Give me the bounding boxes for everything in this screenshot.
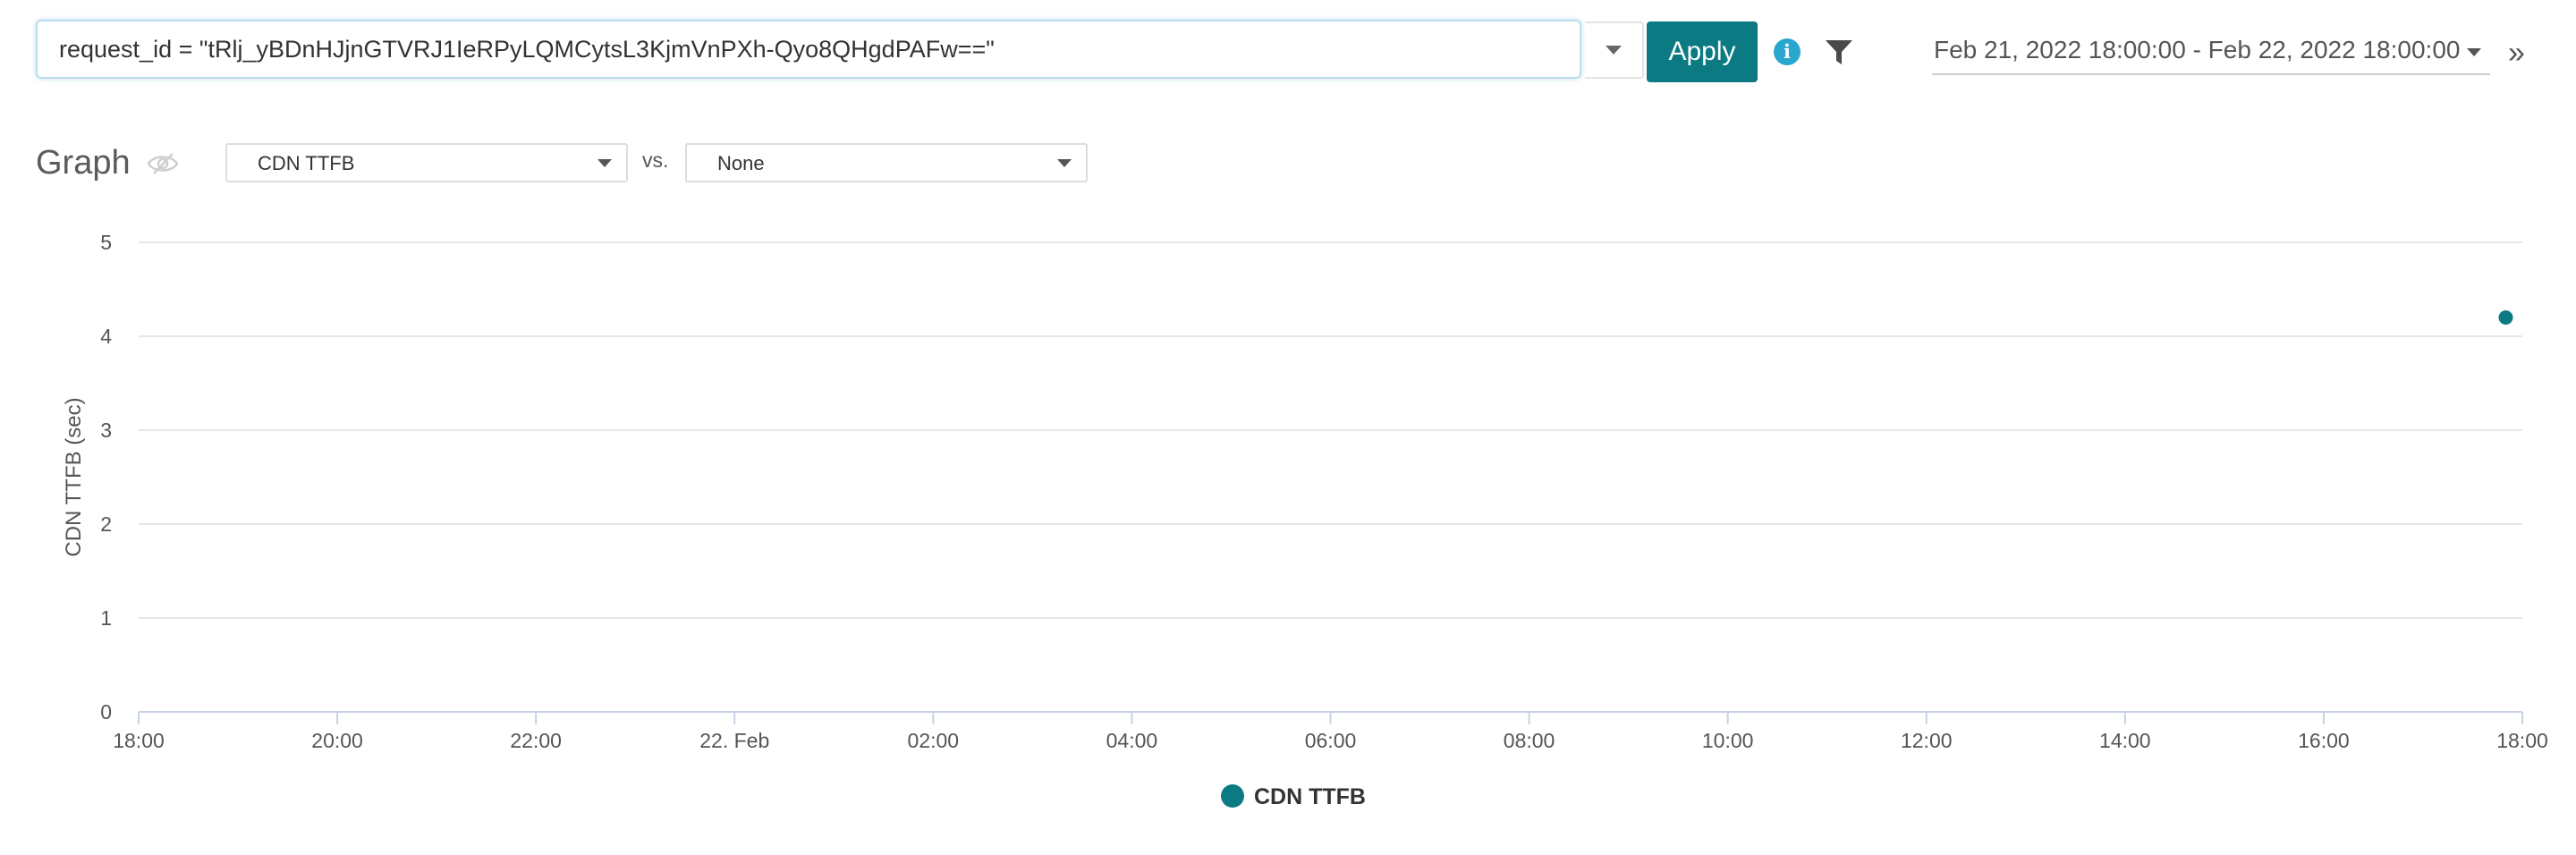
metric-select-value: CDN TTFB <box>258 152 355 174</box>
y-tick-label: 0 <box>100 700 112 724</box>
x-tick-label: 08:00 <box>1504 729 1555 752</box>
info-icon[interactable]: i <box>1774 38 1801 65</box>
compare-select-value: None <box>717 152 765 174</box>
x-tick-label: 18:00 <box>2496 729 2548 752</box>
ttfb-chart: 0 1 2 3 4 5 18:00 20:00 22:00 22. Feb 02:00 04:00 0… <box>62 231 2548 809</box>
y-tick-label: 2 <box>100 512 112 536</box>
x-tick-label: 04:00 <box>1106 729 1158 752</box>
x-tick-label: 22. Feb <box>699 729 769 752</box>
filter-icon[interactable] <box>1825 39 1853 66</box>
x-tick-label: 18:00 <box>113 729 165 752</box>
y-tick-label: 5 <box>100 231 112 254</box>
vs-label: vs. <box>642 148 669 172</box>
compare-select[interactable]: None <box>685 143 1088 182</box>
caret-down-icon <box>1057 159 1072 167</box>
x-tick-label: 02:00 <box>908 729 960 752</box>
y-axis-title: CDN TTFB (sec) <box>62 397 86 556</box>
query-input[interactable]: request_id = "tRlj_yBDnHJjnGTVRJ1IeRPyLQ… <box>36 20 1581 79</box>
y-tick-label: 4 <box>100 325 112 348</box>
x-tick-label: 16:00 <box>2298 729 2350 752</box>
y-tick-label: 3 <box>100 419 112 442</box>
query-history-dropdown[interactable] <box>1585 21 1644 79</box>
legend-marker[interactable] <box>1221 784 1244 808</box>
y-tick-label: 1 <box>100 606 112 630</box>
x-tick-label: 10:00 <box>1702 729 1754 752</box>
metric-select[interactable]: CDN TTFB <box>225 143 628 182</box>
x-tick-label: 14:00 <box>2099 729 2151 752</box>
x-tick-label: 22:00 <box>510 729 562 752</box>
x-tick-label: 12:00 <box>1901 729 1953 752</box>
date-range-picker[interactable]: Feb 21, 2022 18:00:00 - Feb 22, 2022 18:… <box>1932 27 2490 75</box>
apply-button[interactable]: Apply <box>1647 21 1758 82</box>
graph-title: Graph <box>36 144 131 182</box>
legend-label[interactable]: CDN TTFB <box>1254 784 1366 809</box>
x-tick-label: 20:00 <box>311 729 363 752</box>
eye-slash-icon[interactable] <box>146 152 180 175</box>
caret-down-icon <box>597 159 612 167</box>
date-range-label: Feb 21, 2022 18:00:00 - Feb 22, 2022 18:… <box>1934 36 2461 63</box>
data-point[interactable] <box>2498 310 2513 325</box>
legend[interactable]: CDN TTFB <box>1221 784 1366 809</box>
caret-down-icon <box>2467 48 2481 56</box>
x-tick-label: 06:00 <box>1305 729 1357 752</box>
double-chevron-right-icon[interactable]: » <box>2508 38 2525 68</box>
caret-down-icon <box>1606 46 1622 55</box>
